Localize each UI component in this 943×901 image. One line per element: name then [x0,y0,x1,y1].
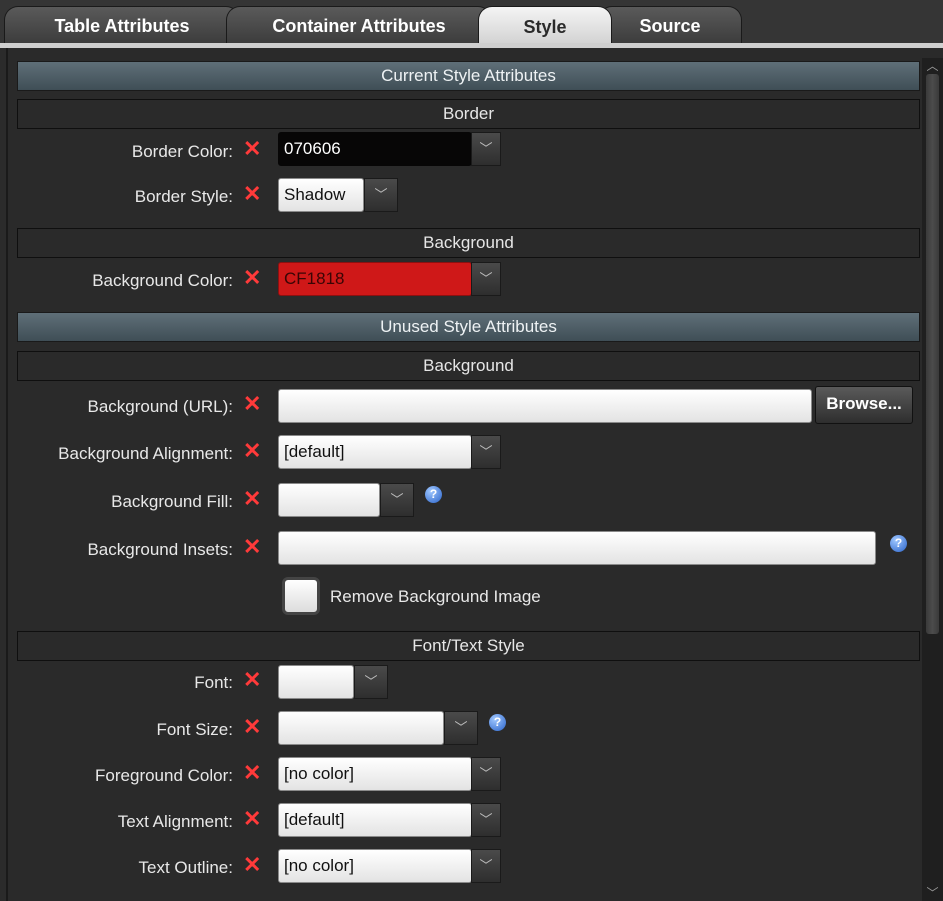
close-icon[interactable]: ✕ [243,393,261,415]
tab-source[interactable]: Source [598,6,742,46]
section-border: Border [17,99,920,129]
tab-container-attributes[interactable]: Container Attributes [226,6,492,46]
text-alignment-label: Text Alignment: [117,812,233,831]
chevron-down-icon[interactable]: ﹀ [471,262,501,296]
font-select[interactable] [278,665,354,699]
section-current-style-attributes: Current Style Attributes [17,61,920,91]
help-icon[interactable]: ? [890,535,907,552]
chevron-down-icon[interactable]: ﹀ [471,849,501,883]
chevron-down-icon[interactable]: ﹀ [444,711,478,745]
background-color-label: Background Color: [92,271,233,290]
close-icon[interactable]: ✕ [243,536,261,558]
background-url-input[interactable] [278,389,812,423]
border-color-field[interactable]: 070606 [278,132,472,166]
help-icon[interactable]: ? [425,486,442,503]
vertical-scrollbar[interactable]: ︿ ﹀ [922,58,943,901]
close-icon[interactable]: ✕ [243,183,261,205]
close-icon[interactable]: ✕ [243,762,261,784]
background-fill-select[interactable] [278,483,380,517]
close-icon[interactable]: ✕ [243,716,261,738]
chevron-down-icon[interactable]: ﹀ [471,132,501,166]
browse-button[interactable]: Browse... [815,386,913,424]
foreground-color-label: Foreground Color: [95,766,233,785]
close-icon[interactable]: ✕ [243,440,261,462]
remove-background-image-label: Remove Background Image [330,587,541,606]
background-alignment-label: Background Alignment: [58,444,233,463]
tab-bar: Table Attributes Container Attributes So… [0,0,943,48]
text-outline-select[interactable]: [no color] [278,849,472,883]
section-background-current: Background [17,228,920,258]
chevron-down-icon[interactable]: ﹀ [471,435,501,469]
tab-style[interactable]: Style [478,6,612,48]
scroll-down-icon[interactable]: ﹀ [922,885,943,901]
close-icon[interactable]: ✕ [243,138,261,160]
background-insets-input[interactable] [278,531,876,565]
close-icon[interactable]: ✕ [243,488,261,510]
section-background-unused: Background [17,351,920,381]
background-alignment-select[interactable]: [default] [278,435,472,469]
font-size-select[interactable] [278,711,444,745]
chevron-down-icon[interactable]: ﹀ [471,803,501,837]
border-style-label: Border Style: [134,187,233,206]
foreground-color-select[interactable]: [no color] [278,757,472,791]
border-color-label: Border Color: [131,142,233,161]
close-icon[interactable]: ✕ [243,854,261,876]
scroll-up-icon[interactable]: ︿ [922,58,943,74]
text-alignment-select[interactable]: [default] [278,803,472,837]
remove-background-image-checkbox[interactable] [282,577,320,615]
background-insets-label: Background Insets: [87,540,233,559]
section-font-text-style: Font/Text Style [17,631,920,661]
chevron-down-icon[interactable]: ﹀ [471,757,501,791]
section-unused-style-attributes: Unused Style Attributes [17,312,920,342]
background-fill-label: Background Fill: [111,492,233,511]
scrollbar-thumb[interactable] [926,74,939,634]
chevron-down-icon[interactable]: ﹀ [364,178,398,212]
tab-table-attributes[interactable]: Table Attributes [4,6,240,46]
background-color-field[interactable]: CF1818 [278,262,472,296]
chevron-down-icon[interactable]: ﹀ [380,483,414,517]
close-icon[interactable]: ✕ [243,267,261,289]
chevron-down-icon[interactable]: ﹀ [354,665,388,699]
text-outline-label: Text Outline: [138,858,234,877]
border-style-select[interactable]: Shadow [278,178,364,212]
close-icon[interactable]: ✕ [243,669,261,691]
help-icon[interactable]: ? [489,714,506,731]
close-icon[interactable]: ✕ [243,808,261,830]
background-url-label: Background (URL): [87,397,233,416]
font-size-label: Font Size: [156,720,233,739]
font-label: Font: [194,673,233,692]
